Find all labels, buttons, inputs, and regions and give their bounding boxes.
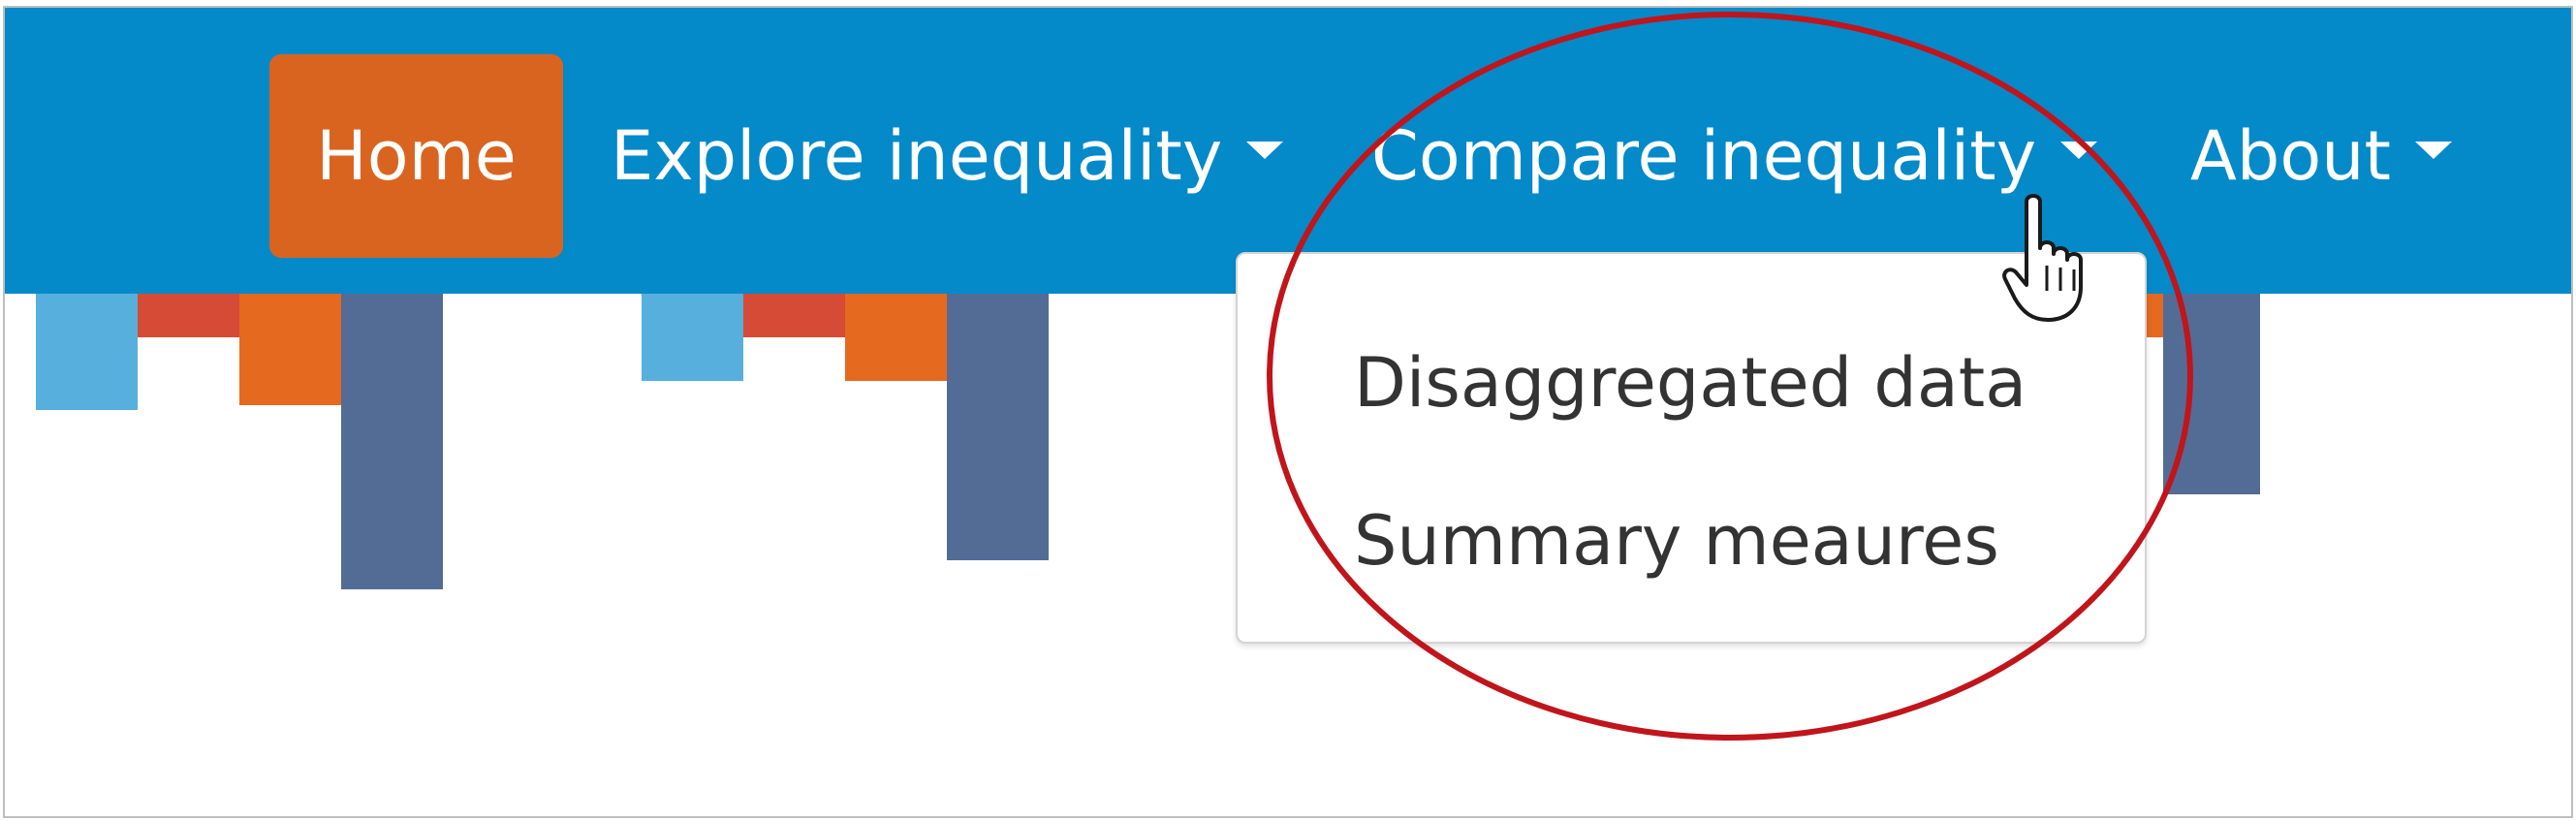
background-bar [239, 279, 341, 405]
background-bar [341, 279, 443, 589]
screenshot-frame: Home Explore inequality Compare inequali… [3, 6, 2573, 818]
top-navbar: Home Explore inequality Compare inequali… [5, 8, 2571, 294]
dropdown-item-disaggregated-data[interactable]: Disaggregated data [1354, 343, 2026, 423]
background-bar [642, 279, 743, 381]
caret-down-icon [2414, 142, 2452, 159]
nav-about-label: About [2190, 116, 2391, 196]
nav-explore-label: Explore inequality [611, 116, 1223, 196]
hand-pointer-icon [2002, 194, 2083, 322]
background-bar [947, 279, 1049, 560]
nav-compare-inequality[interactable]: Compare inequality [1371, 54, 2098, 258]
background-bar [2163, 279, 2260, 494]
nav-explore-inequality[interactable]: Explore inequality [611, 54, 1284, 258]
dropdown-item-summary-measures[interactable]: Summary meaures [1354, 501, 1999, 581]
caret-down-icon [2060, 142, 2098, 159]
background-bar [36, 279, 138, 410]
nav-home-button[interactable]: Home [269, 54, 563, 258]
nav-about[interactable]: About [2190, 54, 2452, 258]
background-bar [845, 279, 947, 381]
caret-down-icon [1246, 142, 1284, 159]
nav-compare-label: Compare inequality [1371, 116, 2037, 196]
nav-home-label: Home [316, 116, 517, 196]
